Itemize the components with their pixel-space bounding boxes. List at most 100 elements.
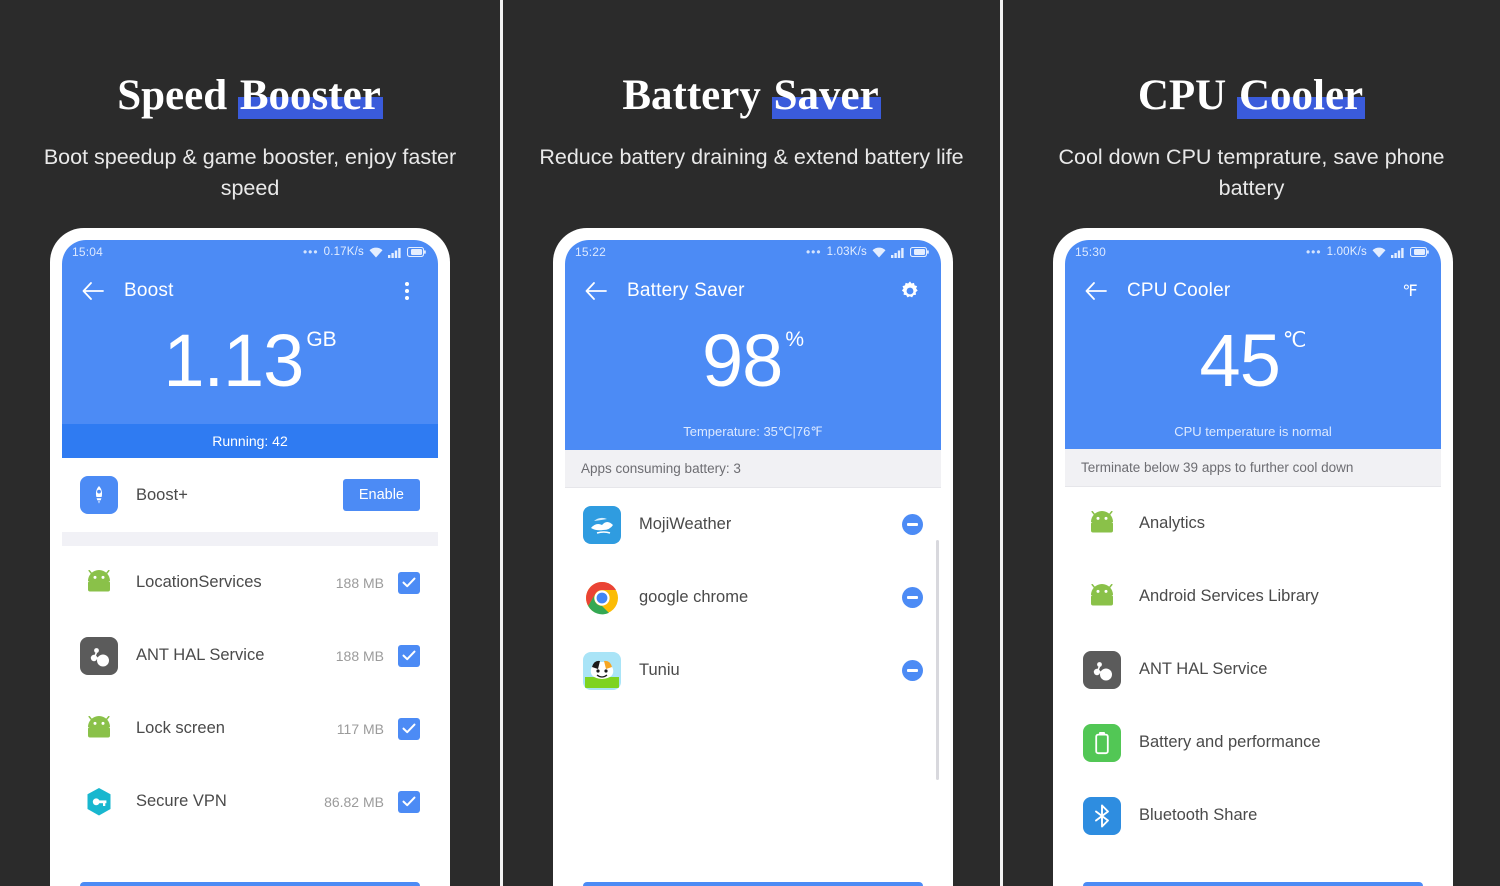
checkbox-checked-icon[interactable]: [398, 644, 420, 667]
phone-screen-2: 15:22 ••• 1.03K/s Battery Saver 98 % Tem…: [565, 240, 941, 886]
remove-minus-icon[interactable]: [902, 660, 923, 681]
table-row[interactable]: ANT HAL Service 188 MB: [62, 619, 438, 692]
cta-container-3: COOL DOWN: [1065, 872, 1441, 886]
table-row[interactable]: Lock screen 117 MB: [62, 692, 438, 765]
process-size: 188 MB: [335, 647, 384, 664]
checkbox-checked-icon[interactable]: [398, 571, 420, 594]
android-robot-icon: [80, 564, 118, 602]
overflow-menu-icon[interactable]: [394, 278, 420, 304]
cpu-temperature-readout-3: 45 ℃: [1065, 318, 1441, 424]
table-row[interactable]: MojiWeather: [565, 488, 941, 561]
process-name: MojiWeather: [639, 515, 732, 533]
section-divider-1: [62, 532, 438, 546]
back-arrow-icon[interactable]: [1083, 278, 1109, 304]
app-bar-1: Boost: [62, 264, 438, 318]
list-scrollbar-thumb[interactable]: [936, 540, 939, 780]
headline-highlight-2: Saver: [771, 72, 881, 119]
status-bar-1: 15:04 ••• 0.17K/s: [62, 240, 438, 264]
app-bar-2: Battery Saver: [565, 264, 941, 318]
boost-button[interactable]: BOOST 1.13 GB: [80, 882, 420, 886]
signal-bars-icon-1: [388, 247, 402, 258]
phone-mockup-2: 15:22 ••• 1.03K/s Battery Saver 98 % Tem…: [553, 228, 953, 886]
wifi-icon-3: [1372, 247, 1386, 258]
blue-header-1: 15:04 ••• 0.17K/s Boost 1.13 GB Running:…: [62, 240, 438, 458]
process-name: Secure VPN: [136, 792, 227, 810]
process-name: Battery and performance: [1139, 733, 1321, 751]
phone-mockup-3: 15:30 ••• 1.00K/s CPU Cooler ℉ 45 ℃ CPU …: [1053, 228, 1453, 886]
process-name: Tuniu: [639, 661, 680, 679]
ant-hal-icon: [80, 636, 118, 675]
metric-value-2: 98: [702, 319, 783, 402]
metric-value-1: 1.13: [163, 319, 304, 402]
bluetooth-share-icon: [1083, 796, 1121, 835]
cool-down-button[interactable]: COOL DOWN: [1083, 882, 1423, 886]
status-bar-2: 15:22 ••• 1.03K/s: [565, 240, 941, 264]
rocket-icon: [80, 476, 118, 514]
fahrenheit-toggle-icon[interactable]: ℉: [1397, 278, 1423, 304]
table-row[interactable]: Bluetooth Share: [1065, 779, 1441, 852]
terminate-apps-note: Terminate below 39 apps to further cool …: [1065, 449, 1441, 487]
table-row[interactable]: Analytics: [1065, 487, 1441, 560]
panel-cpu-cooler: CPU Cooler Cool down CPU temprature, sav…: [1000, 0, 1500, 886]
process-name: Analytics: [1139, 514, 1206, 532]
android-robot-icon: [80, 710, 118, 748]
process-list-3: Analytics Android Services Library ANT H…: [1065, 487, 1441, 852]
remove-minus-icon[interactable]: [902, 587, 923, 608]
gear-icon[interactable]: [897, 278, 923, 304]
table-row[interactable]: Android Services Library: [1065, 560, 1441, 633]
google-chrome-icon: [583, 579, 621, 617]
table-row[interactable]: google chrome: [565, 561, 941, 634]
status-time-3: 15:30: [1075, 245, 1107, 259]
android-robot-icon: [1083, 578, 1121, 616]
headline-plain-3: CPU: [1137, 72, 1237, 119]
process-name: Bluetooth Share: [1139, 806, 1258, 824]
headline-highlight-3: Cooler: [1236, 72, 1366, 119]
process-name: ANT HAL Service: [1139, 660, 1268, 678]
table-row[interactable]: Tuniu: [565, 634, 941, 707]
signal-bars-icon-2: [891, 247, 905, 258]
ant-hal-icon: [1083, 650, 1121, 689]
process-size: 188 MB: [335, 574, 384, 591]
status-network-speed-3: 1.00K/s: [1326, 246, 1367, 258]
blue-header-3: 15:30 ••• 1.00K/s CPU Cooler ℉ 45 ℃ CPU …: [1065, 240, 1441, 449]
back-arrow-icon[interactable]: [583, 278, 609, 304]
checkbox-checked-icon[interactable]: [398, 717, 420, 740]
panel-battery-saver: Battery Saver Reduce battery draining & …: [500, 0, 1000, 886]
table-row[interactable]: ANT HAL Service: [1065, 633, 1441, 706]
secure-vpn-key-icon: [80, 783, 118, 821]
status-dots-icon-2: •••: [805, 245, 822, 259]
metric-value-3: 45: [1199, 319, 1281, 402]
headline-plain-2: Battery: [622, 72, 772, 119]
headline-plain-1: Speed: [117, 72, 238, 119]
table-row[interactable]: Secure VPN 86.82 MB: [62, 765, 438, 838]
phone-mockup-1: 15:04 ••• 0.17K/s Boost 1.13 GB Running:…: [50, 228, 450, 886]
remove-minus-icon[interactable]: [902, 514, 923, 535]
process-size: 86.82 MB: [324, 793, 384, 810]
process-list-1: LocationServices 188 MB ANT HAL Service …: [62, 546, 438, 838]
process-name: Android Services Library: [1139, 587, 1319, 605]
status-network-speed-1: 0.17K/s: [323, 246, 364, 258]
boost-plus-promo-row[interactable]: Boost+ Enable: [62, 458, 438, 532]
process-name: ANT HAL Service: [136, 646, 265, 664]
boost-button[interactable]: BOOST: [583, 882, 923, 886]
mojiweather-icon: [583, 505, 621, 544]
app-bar-title-2: Battery Saver: [627, 280, 745, 301]
battery-readout-2: 98%: [565, 318, 941, 424]
enable-button[interactable]: Enable: [342, 479, 420, 511]
table-row[interactable]: LocationServices 188 MB: [62, 546, 438, 619]
memory-readout-1: 1.13 GB: [62, 318, 438, 424]
back-arrow-icon[interactable]: [80, 278, 106, 304]
panel-1-subline: Boot speedup & game booster, enjoy faste…: [43, 145, 457, 200]
signal-bars-icon-3: [1391, 247, 1405, 258]
status-time-2: 15:22: [575, 245, 607, 259]
temperature-note-2: Temperature: 35℃|76℉: [683, 424, 823, 439]
panel-3-headline: CPU Cooler: [1003, 72, 1500, 119]
table-row[interactable]: Battery and performance: [1065, 706, 1441, 779]
process-name: google chrome: [639, 588, 749, 606]
checkbox-checked-icon[interactable]: [398, 790, 420, 813]
phone-screen-3: 15:30 ••• 1.00K/s CPU Cooler ℉ 45 ℃ CPU …: [1065, 240, 1441, 886]
status-dots-icon-3: •••: [1305, 245, 1322, 259]
process-name: Lock screen: [136, 719, 225, 737]
wifi-icon-2: [872, 247, 886, 258]
battery-icon-2: [910, 247, 929, 257]
